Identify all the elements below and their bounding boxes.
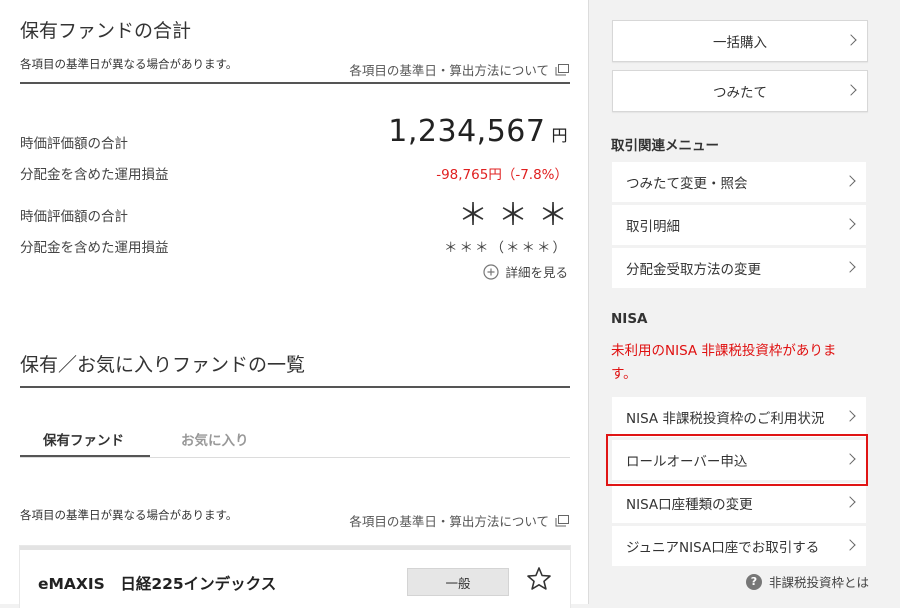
account-type-badge: 一般 — [407, 568, 509, 596]
details-link[interactable]: 詳細を見る — [483, 262, 568, 281]
bulk-purchase-label: 一括購入 — [713, 35, 767, 51]
market-value-unit: 円 — [551, 126, 568, 145]
details-link-label: 詳細を見る — [505, 265, 568, 280]
masked-market-value: ＊＊＊ — [458, 198, 578, 233]
tab-holdings[interactable]: 保有ファンド — [43, 429, 124, 449]
menu-item-label: ロールオーバー申込 — [626, 454, 748, 470]
plus-circle-icon — [483, 263, 500, 280]
new-window-icon — [555, 514, 569, 527]
chevron-right-icon — [844, 261, 856, 273]
chevron-right-icon — [844, 175, 856, 187]
menu-item-rollover[interactable]: ロールオーバー申込 — [612, 440, 866, 480]
market-value-amount: 1,234,567 — [388, 114, 546, 149]
masked-pnl-label: 分配金を含めた運用損益 — [20, 240, 169, 256]
menu-item-label: 分配金受取方法の変更 — [626, 262, 761, 278]
chevron-right-icon — [844, 496, 856, 508]
main-content: 保有ファンドの合計 各項目の基準日が異なる場合があります。 各項目の基準日・算出… — [0, 0, 589, 608]
menu-item-dividend-method[interactable]: 分配金受取方法の変更 — [612, 248, 866, 288]
chevron-right-icon — [844, 453, 856, 465]
chevron-right-icon — [845, 34, 857, 46]
tax-free-help-link[interactable]: ? 非課税投資枠とは — [746, 572, 869, 591]
menu-item-nisa-usage[interactable]: NISA 非課税投資枠のご利用状況 — [612, 397, 866, 437]
menu-item-label: 取引明細 — [626, 219, 680, 235]
chevron-right-icon — [844, 218, 856, 230]
accumulation-label: つみたて — [713, 85, 767, 101]
chevron-right-icon — [844, 410, 856, 422]
menu-item-label: ジュニアNISA口座でお取引する — [626, 540, 820, 556]
menu-item-label: NISA 非課税投資枠のご利用状況 — [626, 411, 825, 427]
menu-item-label: NISA口座種類の変更 — [626, 497, 753, 513]
chevron-right-icon — [845, 84, 857, 96]
summary-note: 各項目の基準日が異なる場合があります。 — [20, 57, 238, 71]
tax-free-help-label: 非課税投資枠とは — [769, 575, 870, 590]
question-icon: ? — [746, 573, 762, 590]
fund-list-title: 保有／お気に入りファンドの一覧 — [20, 354, 306, 376]
market-value: 1,234,567 円 — [388, 114, 568, 149]
fund-list-note: 各項目の基準日が異なる場合があります。 — [20, 508, 238, 522]
star-icon[interactable] — [526, 566, 552, 592]
accumulation-button[interactable]: つみたて — [612, 70, 868, 112]
masked-market-value-label: 時価評価額の合計 — [20, 209, 128, 225]
fund-list-divider — [20, 386, 570, 388]
trade-menu-title: 取引関連メニュー — [611, 138, 719, 154]
summary-title: 保有ファンドの合計 — [20, 20, 192, 42]
new-window-icon — [555, 63, 569, 76]
fund-list-method-link[interactable]: 各項目の基準日・算出方法について — [349, 511, 569, 530]
menu-item-junior-nisa[interactable]: ジュニアNISA口座でお取引する — [612, 526, 866, 566]
chevron-right-icon — [844, 539, 856, 551]
summary-divider — [20, 82, 570, 84]
market-value-label: 時価評価額の合計 — [20, 136, 128, 152]
menu-item-trade-history[interactable]: 取引明細 — [612, 205, 866, 245]
pnl-label: 分配金を含めた運用損益 — [20, 167, 169, 183]
tab-favorites[interactable]: お気に入り — [181, 429, 249, 449]
pnl-value: -98,765円（-7.8%） — [436, 167, 568, 183]
menu-item-accumulation-change[interactable]: つみたて変更・照会 — [612, 162, 866, 202]
menu-item-nisa-account-type[interactable]: NISA口座種類の変更 — [612, 483, 866, 523]
nisa-warning: 未利用のNISA 非課税投資枠がありま す。 — [611, 343, 837, 382]
summary-method-link[interactable]: 各項目の基準日・算出方法について — [349, 60, 569, 79]
bulk-purchase-button[interactable]: 一括購入 — [612, 20, 868, 62]
fund-card[interactable]: eMAXIS 日経225インデックス 一般 — [20, 546, 570, 608]
tab-bar-divider — [20, 457, 570, 458]
fund-name: eMAXIS 日経225インデックス — [38, 575, 277, 593]
nisa-title: NISA — [611, 311, 648, 327]
menu-item-label: つみたて変更・照会 — [626, 176, 748, 192]
summary-method-link-label: 各項目の基準日・算出方法について — [349, 63, 549, 78]
fund-list-method-link-label: 各項目の基準日・算出方法について — [349, 514, 549, 529]
masked-pnl-value: ＊＊＊（＊＊＊） — [444, 240, 568, 256]
